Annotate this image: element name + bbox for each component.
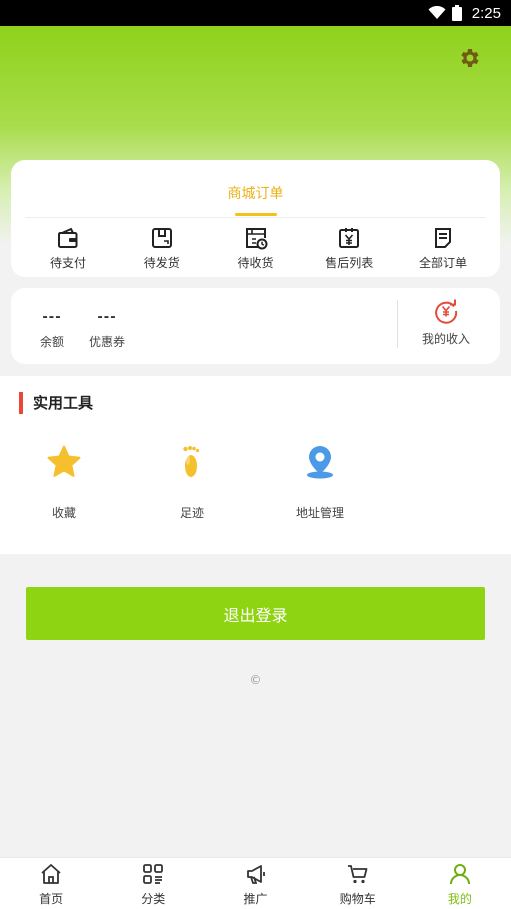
tool-label: 收藏 [51,506,76,520]
tab-promotion[interactable]: 推广 [204,858,306,909]
tab-label: 推广 [243,892,268,906]
tab-label: 我的 [447,892,472,906]
bottom-tab-bar: 首页 分类 推广 购物车 我的 [0,857,511,909]
tab-category[interactable]: 分类 [102,858,204,909]
balance-value: --- [42,310,62,325]
order-all[interactable]: 全部订单 [397,226,489,272]
coupon-value: --- [97,310,117,325]
order-pending-receipt[interactable]: 待收货 [210,226,302,272]
tool-label: 地址管理 [295,506,344,520]
document-icon [435,228,451,248]
tools-section: 实用工具 收藏 足迹 地址管理 [0,376,511,554]
footprint-icon [183,446,200,477]
category-icon [143,864,164,884]
coupon-label: 优惠券 [88,335,125,349]
tab-label: 首页 [39,892,64,906]
tab-cart[interactable]: 购物车 [307,858,409,909]
tab-mine[interactable]: 我的 [409,858,511,909]
user-icon [449,864,470,885]
wallet-icon [58,227,78,248]
logout-button[interactable]: 退出登录 [26,587,485,640]
tab-home[interactable]: 首页 [0,858,102,909]
order-item-label: 待发货 [143,256,180,270]
tool-label: 足迹 [179,506,204,520]
balance-stat[interactable]: --- 余额 [27,310,77,350]
tool-favorites[interactable]: 收藏 [24,444,104,521]
my-income-label: 我的收入 [421,332,470,346]
box-icon [151,228,172,248]
tab-underline [235,213,277,216]
cart-icon [347,865,368,884]
tab-label: 分类 [141,892,166,906]
battery-icon [451,5,462,21]
my-income-button[interactable]: 我的收入 [406,298,486,347]
star-icon [47,445,81,477]
tool-footprint[interactable]: 足迹 [152,444,232,521]
megaphone-icon [246,865,265,884]
tab-mall-orders[interactable]: 商城订单 [11,160,500,217]
order-item-label: 全部订单 [418,256,467,270]
tab-mall-orders-label: 商城订单 [227,186,284,202]
assets-card: --- 余额 --- 优惠券 我的收入 [11,288,500,364]
order-item-label: 待收货 [237,256,274,270]
location-pin-icon [307,446,333,479]
section-title: 实用工具 [19,392,93,414]
order-item-label: 售后列表 [325,256,374,270]
wifi-icon [428,6,446,19]
order-after-sales[interactable]: 售后列表 [303,226,395,272]
coupon-stat[interactable]: --- 优惠券 [81,310,133,350]
divider [25,217,486,218]
copyright-text: © [249,673,262,687]
tool-address[interactable]: 地址管理 [280,444,360,521]
tab-label: 购物车 [339,892,376,906]
status-bar: 2:25 [0,0,511,26]
income-icon [435,299,458,324]
orders-card: 商城订单 待支付 待发货 待收货 售后列表 全部订单 [11,160,500,277]
delivery-clock-icon [245,228,267,250]
yen-bag-icon [339,228,360,248]
clock-time: 2:25 [471,4,501,22]
home-icon [41,864,61,884]
order-pending-payment[interactable]: 待支付 [22,226,114,272]
balance-label: 余额 [39,335,64,349]
order-item-label: 待支付 [49,256,86,270]
divider [397,300,398,348]
settings-gear-icon[interactable] [458,46,482,70]
order-pending-shipment[interactable]: 待发货 [116,226,208,272]
order-status-row: 待支付 待发货 待收货 售后列表 全部订单 [22,226,489,272]
